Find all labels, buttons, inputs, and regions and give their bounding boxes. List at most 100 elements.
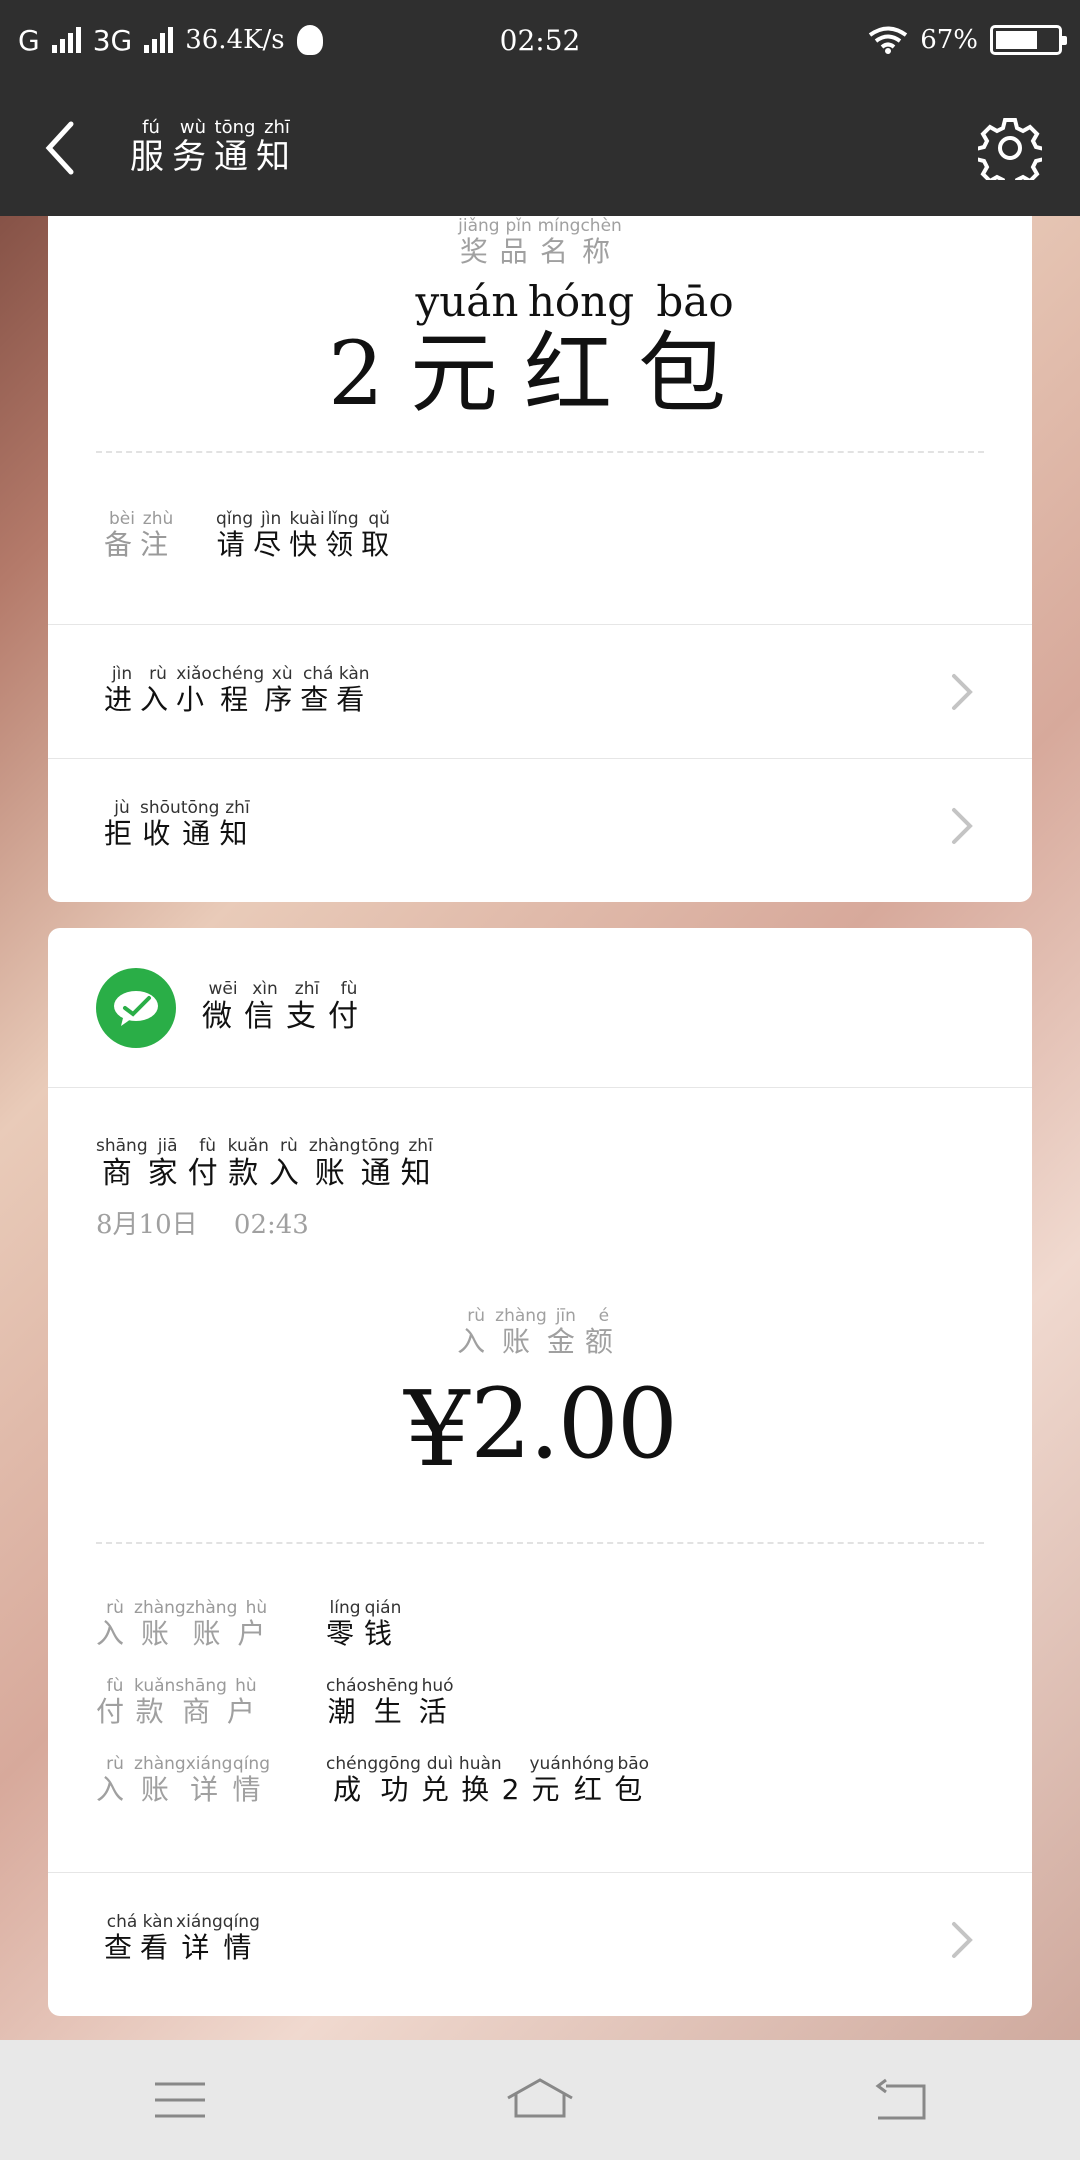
ruby-char: 款kuǎn: [227, 1136, 269, 1191]
ruby-char: 付fù: [328, 978, 370, 1034]
ruby-char: 详xiáng: [176, 1911, 223, 1964]
ruby-char: 快kuài: [289, 509, 326, 561]
ruby-char: 潮cháo: [326, 1676, 367, 1728]
ruby-char: 元yuán: [409, 277, 524, 425]
ruby-char: 功gōng: [378, 1754, 421, 1806]
ruby-char: 情qíng: [232, 1754, 271, 1806]
qq-notification-icon: [296, 25, 323, 55]
prize-name-value: 2 元yuán红hóng包bāo: [48, 277, 1032, 430]
notice-date: 8月10日: [96, 1210, 198, 1240]
ruby-char: 通tōng: [180, 797, 220, 850]
back-arrow-icon: [875, 2078, 926, 2120]
chevron-right-icon: [952, 673, 973, 710]
ruby-char: 生shēng: [366, 1676, 419, 1728]
ruby-char: 品pǐn: [499, 216, 538, 268]
back-button[interactable]: [30, 108, 90, 188]
reject-notifications-row[interactable]: 拒jù收shōu通tōng知zhī: [48, 758, 1032, 892]
prize-card: 奖jiǎng品pǐn名míng称chèn 2 元yuán红hóng包bāo 备b…: [48, 216, 1032, 902]
detail-row-merchant: 付fù款kuǎn商shāng户hù 潮cháo生shēng活huó: [96, 1676, 984, 1730]
ruby-char: 2: [327, 322, 410, 425]
open-miniprogram-row[interactable]: 进jìn入rù小xiǎo程chéng序xù查chá看kàn: [48, 624, 1032, 758]
notice-title: 商shāng家jiā付fù款kuǎn入rù账zhàng通tōng知zhī: [96, 1136, 441, 1192]
wechat-pay-title: 微wēi信xìn支zhī付fù: [202, 978, 370, 1035]
ruby-char: 知zhī: [400, 1136, 441, 1191]
menu-icon: [155, 2082, 205, 2118]
chevron-right-icon: [952, 1921, 973, 1958]
signal-icon: [144, 27, 174, 53]
ruby-char: 款kuǎn: [134, 1676, 176, 1728]
ruby-char: 家jiā: [147, 1136, 188, 1191]
battery-percent: 67%: [920, 25, 978, 55]
view-details-label: 查chá看kàn详xiáng情qíng: [104, 1911, 260, 1966]
ruby-char: 拒jù: [104, 797, 141, 850]
home-button[interactable]: [480, 2060, 600, 2140]
ruby-char: 付fù: [187, 1136, 228, 1191]
ruby-char: 包bāo: [614, 1754, 653, 1806]
ruby-char: 请qǐng: [216, 509, 254, 561]
ruby-char: 账zhàng: [185, 1598, 238, 1650]
back-nav-button[interactable]: [840, 2060, 960, 2140]
notice-time: 8月10日 02:43: [96, 1204, 337, 1241]
ruby-char: 商shāng: [96, 1136, 148, 1191]
detail-value: 零líng钱qián: [326, 1598, 403, 1652]
ruby-char: 通tōng: [214, 116, 256, 177]
ruby-char: 查chá: [300, 663, 337, 716]
payment-card: 微wēi信xìn支zhī付fù 商shāng家jiā付fù款kuǎn入rù账zh…: [48, 928, 1032, 2016]
ruby-char: 换huàn: [458, 1754, 502, 1806]
ruby-char: 账zhàng: [495, 1306, 547, 1358]
reject-notifications-label: 拒jù收shōu通tōng知zhī: [104, 797, 255, 852]
ruby-char: 入rù: [457, 1306, 496, 1358]
ruby-char: 红hóng: [571, 1754, 615, 1806]
ruby-char: 序xù: [264, 663, 301, 716]
prize-name-label: 奖jiǎng品pǐn名míng称chèn: [48, 216, 1032, 270]
ruby-char: 查chá: [104, 1911, 141, 1964]
ruby-char: 账zhàng: [134, 1598, 186, 1650]
ruby-char: 程chéng: [212, 663, 265, 716]
currency-symbol: ¥: [404, 1368, 471, 1490]
divider: [96, 451, 984, 453]
ruby-char: 详xiáng: [185, 1754, 233, 1806]
ruby-char: 入rù: [268, 1136, 309, 1191]
ruby-char: 微wēi: [202, 978, 244, 1034]
ruby-char: 称chèn: [580, 216, 622, 268]
ruby-char: 入rù: [96, 1754, 135, 1806]
note-key: 备bèi注zhù: [104, 509, 176, 563]
ruby-char: 尽jìn: [253, 509, 290, 561]
network-type-2: 3G: [92, 23, 133, 57]
ruby-char: 兑duì: [420, 1754, 459, 1806]
menu-button[interactable]: [120, 2060, 240, 2140]
ruby-char: 账zhàng: [134, 1754, 186, 1806]
wifi-icon: [869, 26, 908, 54]
divider: [96, 1542, 984, 1544]
ruby-char: 2: [501, 1773, 530, 1806]
amount: ¥2.00: [48, 1368, 1032, 1490]
ruby-char: 账zhàng: [308, 1136, 361, 1191]
ruby-char: 奖jiǎng: [458, 216, 500, 268]
wechat-pay-header: 微wēi信xìn支zhī付fù: [48, 928, 1032, 1088]
wechat-pay-icon: [96, 967, 176, 1048]
ruby-char: 通tōng: [360, 1136, 401, 1191]
ruby-char: 收shōu: [140, 797, 181, 850]
ruby-char: 付fù: [96, 1676, 135, 1728]
ruby-char: 备bèi: [104, 509, 141, 561]
chevron-left-icon: [45, 121, 74, 175]
network-speed: 36.4K/s: [185, 25, 285, 55]
open-miniprogram-label: 进jìn入rù小xiǎo程chéng序xù查chá看kàn: [104, 663, 372, 718]
notice-clock: 02:43: [233, 1210, 309, 1240]
amount-label: 入rù账zhàng金jīn额é: [48, 1306, 1032, 1360]
network-type-1: G: [18, 23, 40, 57]
ruby-char: 钱qián: [364, 1598, 403, 1650]
chevron-right-icon: [952, 807, 973, 844]
ruby-char: 额é: [584, 1306, 623, 1358]
settings-button[interactable]: [970, 108, 1050, 188]
ruby-char: 商shāng: [175, 1676, 227, 1728]
gear-icon: [978, 118, 1042, 180]
ruby-char: 领lǐng: [325, 509, 362, 561]
detail-row-info: 入rù账zhàng详xiáng情qíng 成chéng功gōng兑duì换huà…: [96, 1754, 984, 1808]
detail-value: 成chéng功gōng兑duì换huàn2 元yuán红hóng包bāo: [326, 1754, 653, 1808]
view-details-row[interactable]: 查chá看kàn详xiáng情qíng: [48, 1872, 1032, 2006]
detail-key: 入rù账zhàng账zhàng户hù: [96, 1598, 326, 1652]
ruby-char: 看kàn: [140, 1911, 177, 1964]
signal-icon: [51, 27, 81, 53]
home-icon: [507, 2078, 573, 2118]
